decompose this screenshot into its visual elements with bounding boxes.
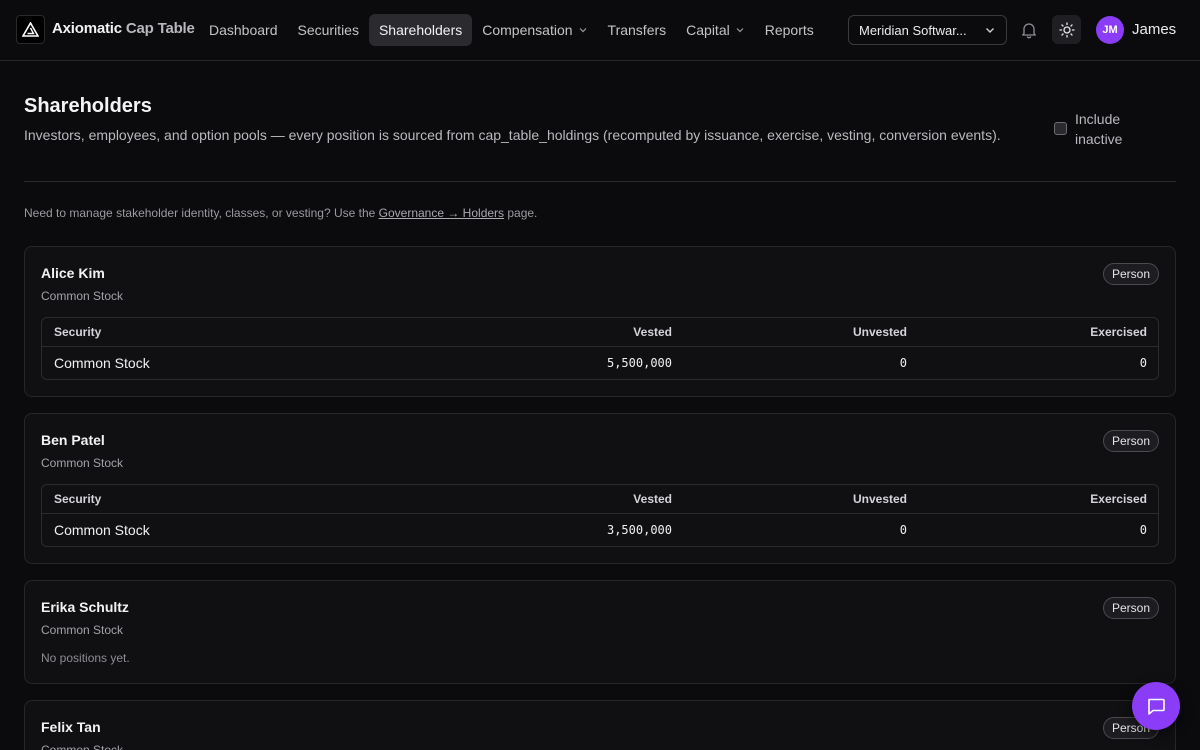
nav-capital[interactable]: Capital xyxy=(676,14,755,46)
user-avatar[interactable]: JM xyxy=(1096,16,1124,44)
app-logo[interactable] xyxy=(16,15,45,44)
holder-type-badge: Person xyxy=(1102,263,1159,285)
brand-name[interactable]: Axiomatic Cap Table xyxy=(52,20,195,37)
positions-table: Security Vested Unvested Exercised Commo… xyxy=(41,317,1159,380)
nav-label: Capital xyxy=(686,22,730,38)
nav-securities[interactable]: Securities xyxy=(288,14,369,46)
col-vested-header: Vested xyxy=(633,492,672,506)
table-header: Security Vested Unvested Exercised xyxy=(42,318,1158,347)
holder-card: Erika Schultz Common Stock Person No pos… xyxy=(24,580,1176,684)
header-divider xyxy=(24,181,1176,182)
top-navigation-bar: Axiomatic Cap Table Dashboard Securities … xyxy=(0,0,1200,61)
theme-toggle-button[interactable] xyxy=(1052,15,1081,44)
governance-holders-link[interactable]: Governance → Holders xyxy=(379,206,504,220)
table-header: Security Vested Unvested Exercised xyxy=(42,485,1158,514)
col-vested-header: Vested xyxy=(633,325,672,339)
brand-subtitle: Cap Table xyxy=(125,20,195,37)
nav-dashboard[interactable]: Dashboard xyxy=(199,14,288,46)
empty-positions-message: No positions yet. xyxy=(41,651,130,665)
holder-class: Common Stock xyxy=(41,743,124,750)
main-nav: Dashboard Securities Shareholders Compen… xyxy=(199,14,824,46)
notice-suffix: page. xyxy=(504,206,538,220)
page-description: Investors, employees, and option pools —… xyxy=(24,127,1001,143)
chat-icon xyxy=(1148,698,1165,715)
chat-button[interactable] xyxy=(1132,682,1180,730)
nav-compensation[interactable]: Compensation xyxy=(472,14,597,46)
holder-class: Common Stock xyxy=(41,289,124,303)
exercised-cell: 0 xyxy=(1139,356,1147,370)
nav-label: Securities xyxy=(297,22,359,38)
vested-cell: 5,500,000 xyxy=(606,356,672,370)
table-row: Common Stock 5,500,000 0 0 xyxy=(42,347,1158,379)
col-security-header: Security xyxy=(54,325,102,339)
organization-select[interactable]: Meridian Softwar... xyxy=(848,15,1007,45)
holder-name[interactable]: Ben Patel xyxy=(41,432,105,448)
holder-type-badge: Person xyxy=(1102,430,1159,452)
bell-icon xyxy=(1022,23,1036,39)
col-security-header: Security xyxy=(54,492,102,506)
exercised-cell: 0 xyxy=(1139,523,1147,537)
include-inactive-label: Include inactive xyxy=(1075,111,1123,147)
vested-cell: 3,500,000 xyxy=(606,523,672,537)
positions-table: Security Vested Unvested Exercised Commo… xyxy=(41,484,1159,547)
table-row: Common Stock 3,500,000 0 0 xyxy=(42,514,1158,546)
page-title: Shareholders xyxy=(24,95,152,117)
unvested-cell: 0 xyxy=(899,523,907,537)
logo-icon xyxy=(22,22,39,37)
nav-label: Reports xyxy=(764,22,814,38)
brand-title: Axiomatic xyxy=(52,20,122,37)
nav-transfers[interactable]: Transfers xyxy=(598,14,677,46)
nav-label: Shareholders xyxy=(378,22,463,38)
notice-prefix: Need to manage stakeholder identity, cla… xyxy=(24,206,379,220)
include-inactive-toggle[interactable]: Include inactive xyxy=(1054,109,1145,149)
holder-name[interactable]: Erika Schultz xyxy=(41,599,129,615)
holder-card: Ben Patel Common Stock Person Security V… xyxy=(24,413,1176,564)
col-exercised-header: Exercised xyxy=(1090,492,1147,506)
holder-class: Common Stock xyxy=(41,623,124,637)
holder-name[interactable]: Felix Tan xyxy=(41,719,101,735)
organization-name: Meridian Softwar... xyxy=(859,22,967,38)
chevron-down-icon xyxy=(986,28,994,33)
nav-reports[interactable]: Reports xyxy=(755,14,824,46)
user-name[interactable]: James xyxy=(1132,21,1176,38)
notifications-button[interactable] xyxy=(1018,19,1040,41)
holder-card: Alice Kim Common Stock Person Security V… xyxy=(24,246,1176,397)
security-cell: Common Stock xyxy=(54,522,150,538)
chevron-down-icon xyxy=(579,28,586,33)
col-unvested-header: Unvested xyxy=(852,492,907,506)
chevron-down-icon xyxy=(736,28,744,33)
col-unvested-header: Unvested xyxy=(852,325,907,339)
holder-card: Felix Tan Common Stock Person xyxy=(24,700,1176,750)
include-inactive-checkbox[interactable] xyxy=(1054,122,1067,135)
holder-class: Common Stock xyxy=(41,456,124,470)
nav-label: Transfers xyxy=(607,22,667,38)
unvested-cell: 0 xyxy=(899,356,907,370)
holder-type-badge: Person xyxy=(1102,597,1159,619)
sun-icon xyxy=(1058,21,1075,38)
col-exercised-header: Exercised xyxy=(1090,325,1147,339)
nav-label: Compensation xyxy=(482,22,573,38)
holder-name[interactable]: Alice Kim xyxy=(41,265,105,281)
governance-notice: Need to manage stakeholder identity, cla… xyxy=(24,206,537,220)
security-cell: Common Stock xyxy=(54,355,150,371)
nav-shareholders[interactable]: Shareholders xyxy=(368,14,473,46)
nav-label: Dashboard xyxy=(209,22,278,38)
